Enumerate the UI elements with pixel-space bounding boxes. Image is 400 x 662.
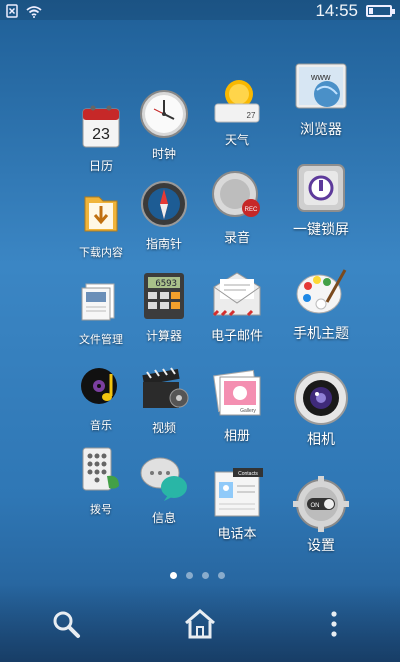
- email-icon: [209, 266, 265, 322]
- recorder-icon: REC: [209, 168, 265, 224]
- app-label: 相册: [223, 429, 250, 444]
- page-dot[interactable]: [218, 572, 225, 579]
- contacts-icon: Contacts: [209, 464, 265, 520]
- app-lock-screen[interactable]: 一键锁屏: [276, 160, 366, 239]
- app-label: 天气: [224, 133, 249, 147]
- app-label: 设置: [307, 538, 335, 554]
- app-label: 手机主题: [293, 326, 349, 342]
- status-bar: 14:55: [0, 0, 400, 20]
- bottom-dock: [0, 584, 400, 662]
- app-theme[interactable]: 手机主题: [276, 264, 366, 343]
- settings-icon: ON: [293, 476, 349, 532]
- page-dot[interactable]: [186, 572, 193, 579]
- battery-icon: [366, 5, 395, 17]
- home-icon: [185, 609, 215, 639]
- page-dot[interactable]: [170, 572, 177, 579]
- app-browser[interactable]: www 浏览器: [276, 60, 366, 139]
- app-contacts[interactable]: Contacts 电话本: [192, 464, 282, 542]
- search-icon: [53, 611, 80, 638]
- home-button[interactable]: [180, 604, 220, 644]
- menu-button[interactable]: [314, 604, 354, 644]
- lock-screen-icon: [293, 160, 349, 216]
- app-camera[interactable]: 相机: [276, 370, 366, 449]
- compass-icon: [136, 176, 192, 232]
- app-label: 录音: [223, 231, 250, 246]
- app-label: 一键锁屏: [293, 222, 349, 238]
- gallery-icon: Gallery: [209, 366, 265, 422]
- page-indicator: [170, 572, 225, 579]
- app-label: 相机: [307, 432, 335, 448]
- video-icon: [136, 360, 192, 416]
- calc-display: 6593: [155, 279, 177, 289]
- browser-www: www: [310, 72, 331, 82]
- recorder-rec: REC: [245, 207, 258, 213]
- settings-toggle-text: ON: [311, 503, 320, 509]
- theme-palette-icon: [293, 264, 349, 320]
- app-email[interactable]: 电子邮件: [192, 266, 282, 344]
- camera-icon: [293, 370, 349, 426]
- app-gallery[interactable]: Gallery 相册: [192, 366, 282, 444]
- sim-missing-icon: [6, 3, 18, 22]
- app-recorder[interactable]: REC 录音: [192, 168, 282, 246]
- clock-icon: [136, 86, 192, 142]
- calendar-day: 23: [92, 126, 110, 143]
- app-label: 电子邮件: [210, 329, 263, 344]
- wifi-icon: [26, 3, 42, 22]
- app-label: 浏览器: [300, 122, 342, 138]
- app-settings[interactable]: ON 设置: [276, 476, 366, 555]
- status-clock: 14:55: [315, 1, 358, 20]
- menu-icon: [331, 611, 337, 637]
- app-weather[interactable]: 27 天气: [192, 72, 282, 148]
- weather-icon: 27: [209, 72, 265, 128]
- search-button[interactable]: [46, 604, 86, 644]
- page-dot[interactable]: [202, 572, 209, 579]
- contacts-tab: Contacts: [238, 471, 258, 477]
- calculator-icon: 6593: [136, 268, 192, 324]
- gallery-tag: Gallery: [240, 408, 256, 414]
- weather-temp: 27: [247, 111, 256, 120]
- app-label: 电话本: [217, 527, 257, 542]
- browser-icon: www: [293, 60, 349, 116]
- messaging-icon: [136, 450, 192, 506]
